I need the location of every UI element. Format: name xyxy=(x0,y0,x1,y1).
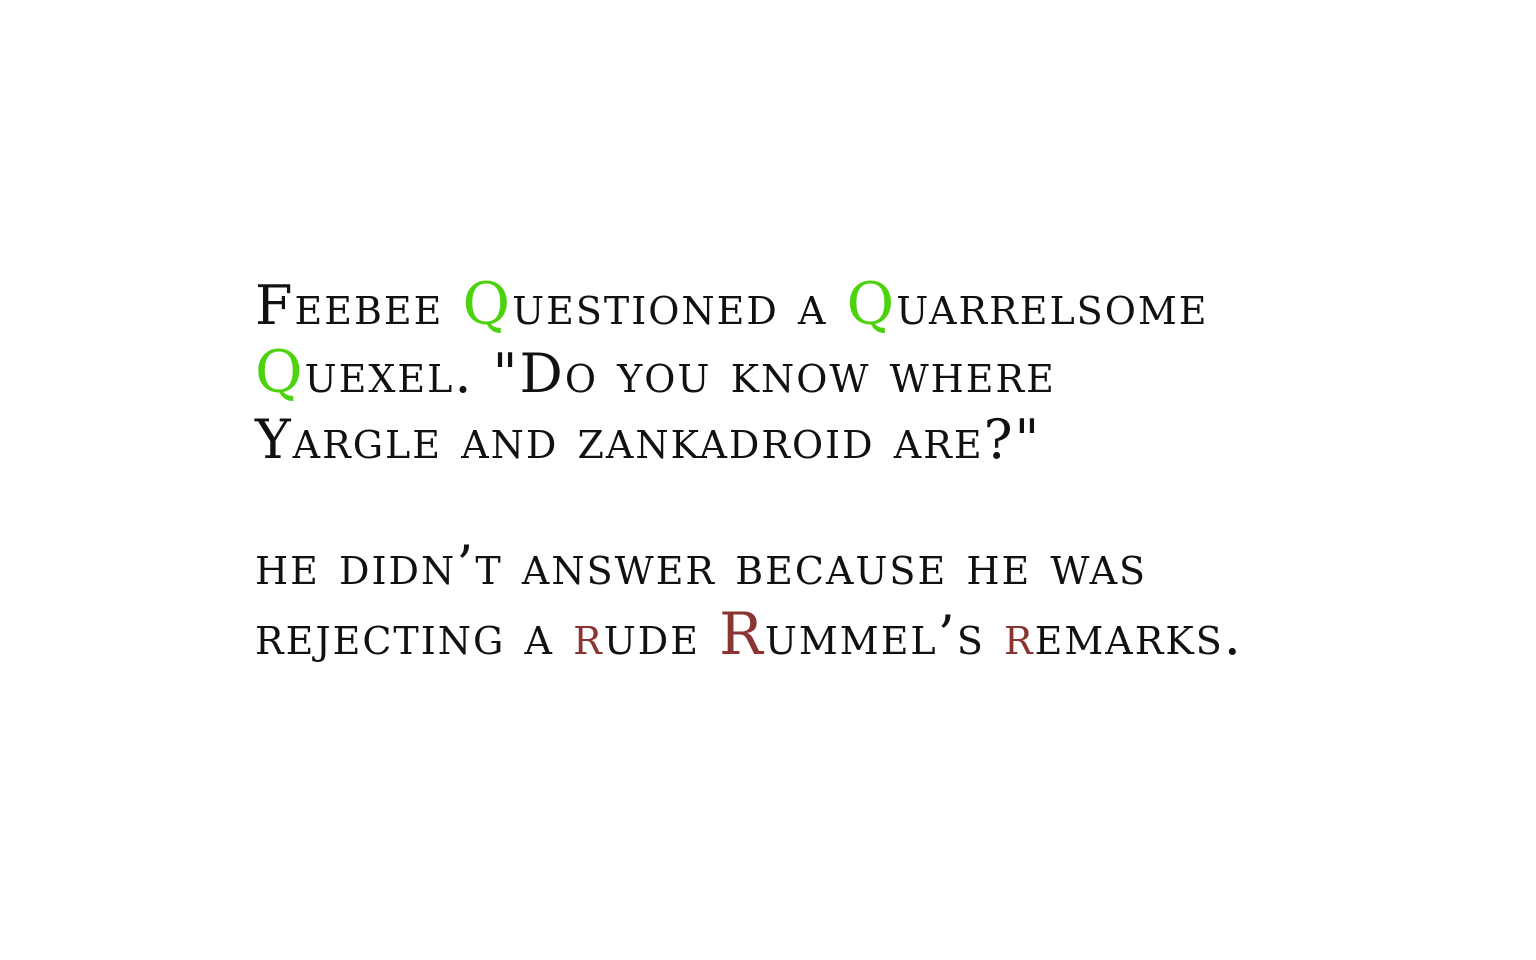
paragraph-1-line-2: Quexel. "Do you know where xyxy=(255,338,1455,406)
text-run: ummel’s xyxy=(764,604,1005,667)
text-run: rejecting a xyxy=(255,604,574,667)
highlight-letter-q: Q xyxy=(255,338,305,406)
highlight-letter-q: Q xyxy=(462,270,513,338)
paragraph-1-line-3: Yargle and zankadroid are?" xyxy=(255,406,1455,474)
slide-canvas: Feebee Questioned a Quarrelsome Quexel. … xyxy=(0,0,1536,960)
text-block: Feebee Questioned a Quarrelsome Quexel. … xyxy=(255,270,1455,668)
text-run: uestioned a xyxy=(512,274,847,337)
highlight-letter-r: r xyxy=(573,604,604,667)
text-run: emarks. xyxy=(1034,604,1243,667)
paragraph-2-line-1: he didn’t answer because he was xyxy=(255,532,1455,600)
text-run: Feebee xyxy=(255,274,463,337)
text-run: ude xyxy=(603,604,720,667)
paragraph-1-line-1: Feebee Questioned a Quarrelsome xyxy=(255,270,1455,338)
paragraph-2-line-2: rejecting a rude Rummel’s remarks. xyxy=(255,600,1455,668)
highlight-letter-q: Q xyxy=(846,270,897,338)
text-run: he didn’t answer because he was xyxy=(255,534,1148,597)
text-run: uexel. "Do you know where xyxy=(304,342,1056,405)
text-run: Yargle and zankadroid are?" xyxy=(255,408,1042,471)
highlight-letter-r: R xyxy=(719,600,765,668)
text-run: uarrelsome xyxy=(896,274,1209,337)
highlight-letter-r: r xyxy=(1004,604,1035,667)
